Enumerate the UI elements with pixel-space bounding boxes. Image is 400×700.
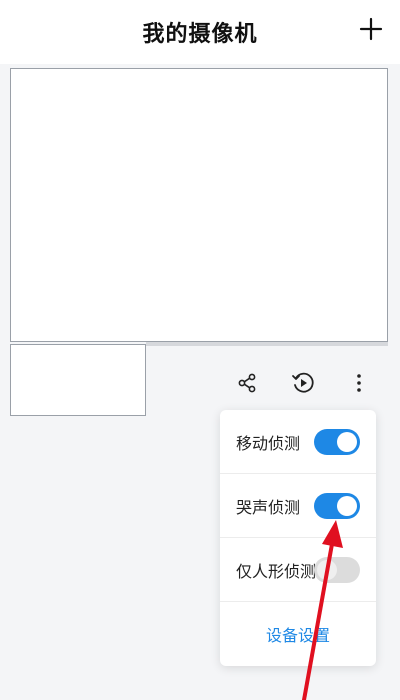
menu-item-label: 移动侦测 bbox=[236, 433, 301, 453]
menu-item-motion-detection: 移动侦测 bbox=[220, 410, 376, 474]
plus-icon bbox=[359, 17, 383, 41]
page-title: 我的摄像机 bbox=[142, 22, 258, 47]
toggle-knob bbox=[337, 431, 357, 452]
more-options-button[interactable] bbox=[344, 368, 374, 398]
options-menu: 移动侦测 哭声侦测 仅人形侦测 设备设置 bbox=[220, 410, 376, 666]
share-icon bbox=[238, 373, 256, 393]
share-button[interactable] bbox=[232, 368, 262, 398]
device-settings-link[interactable]: 设备设置 bbox=[220, 602, 376, 666]
camera-thumbnail[interactable] bbox=[10, 344, 146, 416]
menu-item-human-detection: 仅人形侦测 bbox=[220, 538, 376, 602]
motion-detection-toggle[interactable] bbox=[314, 428, 360, 455]
preview-bottom-strip bbox=[146, 342, 388, 346]
human-detection-toggle[interactable] bbox=[314, 556, 360, 583]
more-vertical-icon bbox=[357, 374, 361, 392]
playback-icon bbox=[292, 372, 314, 393]
top-bar: 我的摄像机 bbox=[0, 0, 400, 64]
cry-detection-toggle[interactable] bbox=[314, 492, 360, 519]
menu-item-cry-detection: 哭声侦测 bbox=[220, 474, 376, 538]
add-camera-button[interactable] bbox=[354, 12, 388, 46]
toggle-knob bbox=[337, 495, 357, 516]
playback-button[interactable] bbox=[288, 368, 318, 398]
toggle-knob bbox=[317, 559, 337, 580]
menu-item-label: 仅人形侦测 bbox=[236, 561, 317, 581]
menu-item-label: 哭声侦测 bbox=[236, 497, 301, 517]
camera-preview[interactable] bbox=[10, 68, 388, 342]
